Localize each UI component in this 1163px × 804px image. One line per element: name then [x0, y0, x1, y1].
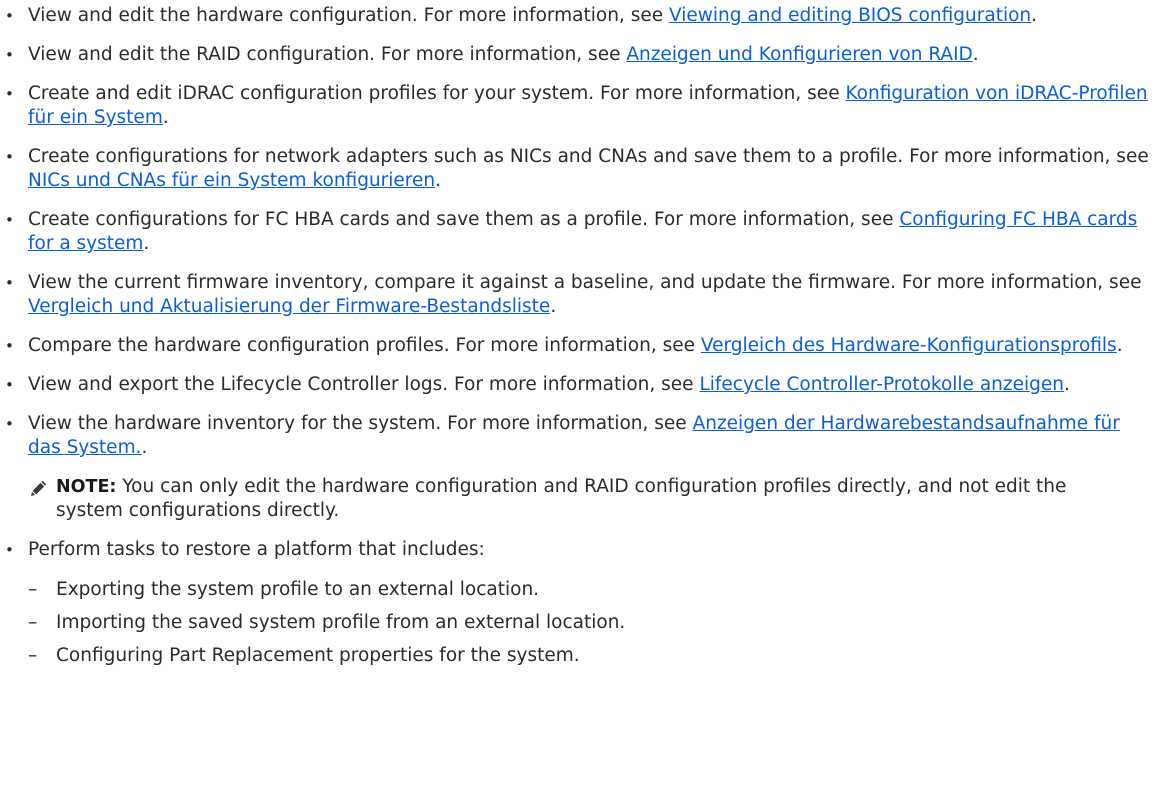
- bullet-marker: •: [5, 148, 14, 166]
- list-item: • View and export the Lifecycle Controll…: [0, 373, 1163, 397]
- list-item-text: Create configurations for network adapte…: [28, 145, 1158, 193]
- item-suffix: .: [143, 233, 150, 254]
- link-bios-configuration[interactable]: Viewing and editing BIOS configuration: [669, 5, 1031, 26]
- pencil-icon: [31, 480, 47, 496]
- bullet-marker: •: [5, 337, 14, 355]
- bullet-list: • View and edit the hardware configurati…: [0, 4, 1163, 460]
- bullet-marker: •: [5, 376, 14, 394]
- bullet-marker: •: [5, 415, 14, 433]
- bullet-marker: •: [5, 46, 14, 64]
- link-hardware-config-profile[interactable]: Vergleich des Hardware-Konfigurationspro…: [701, 335, 1117, 356]
- bullet-marker: •: [5, 85, 14, 103]
- item-description: Create configurations for FC HBA cards a…: [28, 209, 900, 230]
- list-item: • View and edit the hardware configurati…: [0, 4, 1163, 28]
- list-item: • Create configurations for FC HBA cards…: [0, 208, 1163, 256]
- list-item-text: View and edit the RAID configuration. Fo…: [28, 43, 1158, 67]
- item-suffix: .: [972, 44, 979, 65]
- list-item-text: View and export the Lifecycle Controller…: [28, 373, 1158, 397]
- bullet-marker: •: [5, 7, 14, 25]
- document-content: • View and edit the hardware configurati…: [0, 4, 1163, 683]
- list-item-text: Create configurations for FC HBA cards a…: [28, 208, 1158, 256]
- item-suffix: .: [1116, 335, 1123, 356]
- sub-list-item: – Importing the saved system profile fro…: [28, 611, 1163, 635]
- item-suffix: .: [141, 437, 148, 458]
- item-description: Create configurations for network adapte…: [28, 146, 1149, 167]
- item-suffix: .: [435, 170, 441, 191]
- bullet-marker: •: [5, 541, 14, 559]
- item-description: View the current firmware inventory, com…: [28, 272, 1142, 293]
- item-suffix: .: [1063, 374, 1070, 395]
- sub-list-item: – Configuring Part Replacement propertie…: [28, 644, 1163, 668]
- item-description: View and edit the hardware configuration…: [28, 5, 670, 26]
- list-item: • Create and edit iDRAC configuration pr…: [0, 82, 1163, 130]
- item-description: View and export the Lifecycle Controller…: [28, 374, 700, 395]
- dash-marker: –: [28, 579, 38, 600]
- list-item: • View and edit the RAID configuration. …: [0, 43, 1163, 67]
- link-raid-configuration[interactable]: Anzeigen und Konfigurieren von RAID: [626, 44, 972, 65]
- list-item-text: View the current firmware inventory, com…: [28, 271, 1158, 319]
- item-description: Create and edit iDRAC configuration prof…: [28, 83, 846, 104]
- list-item: • Perform tasks to restore a platform th…: [0, 538, 1163, 668]
- list-item-text: View and edit the hardware configuration…: [28, 4, 1158, 28]
- note-text: You can only edit the hardware configura…: [56, 476, 1067, 521]
- item-description: View and edit the RAID configuration. Fo…: [28, 44, 627, 65]
- link-firmware-inventory[interactable]: Vergleich und Aktualisierung der Firmwar…: [28, 296, 550, 317]
- note-label: NOTE:: [56, 477, 117, 497]
- dash-marker: –: [28, 612, 38, 633]
- item-description: View the hardware inventory for the syst…: [28, 413, 693, 434]
- list-item: • View the hardware inventory for the sy…: [0, 412, 1163, 460]
- link-lifecycle-logs[interactable]: Lifecycle Controller-Protokolle anzeigen: [699, 374, 1064, 395]
- sub-list: – Exporting the system profile to an ext…: [28, 578, 1163, 668]
- item-suffix: .: [550, 296, 557, 317]
- sub-item-text: Configuring Part Replacement properties …: [56, 645, 580, 666]
- list-item: • Create configurations for network adap…: [0, 145, 1163, 193]
- sub-item-text: Importing the saved system profile from …: [56, 612, 626, 633]
- list-item: • View the current firmware inventory, c…: [0, 271, 1163, 319]
- bullet-list-restore: • Perform tasks to restore a platform th…: [0, 538, 1163, 668]
- sub-list-item: – Exporting the system profile to an ext…: [28, 578, 1163, 602]
- note-block: NOTE: You can only edit the hardware con…: [0, 475, 1136, 523]
- list-item: • Compare the hardware configuration pro…: [0, 334, 1163, 358]
- link-nics-cnas[interactable]: NICs und CNAs für ein System konfigurier…: [28, 170, 435, 191]
- list-item-text: Compare the hardware configuration profi…: [28, 334, 1158, 358]
- item-suffix: .: [162, 107, 169, 128]
- item-suffix: .: [1031, 5, 1038, 26]
- list-item-text: View the hardware inventory for the syst…: [28, 412, 1158, 460]
- restore-tasks-text: Perform tasks to restore a platform that…: [28, 539, 485, 560]
- list-item-text: Create and edit iDRAC configuration prof…: [28, 82, 1158, 130]
- bullet-marker: •: [5, 211, 14, 229]
- dash-marker: –: [28, 645, 38, 666]
- sub-item-text: Exporting the system profile to an exter…: [56, 579, 540, 600]
- bullet-marker: •: [5, 274, 14, 292]
- item-description: Compare the hardware configuration profi…: [28, 335, 701, 356]
